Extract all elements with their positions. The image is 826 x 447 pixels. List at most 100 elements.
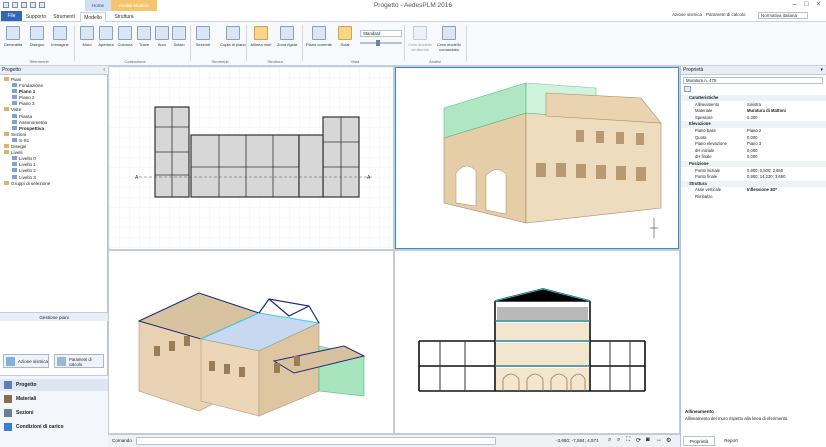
tab-report[interactable]: Report [717, 436, 745, 446]
generalita-button[interactable]: Generalità [2, 26, 24, 47]
axonometric-drawing [137, 292, 366, 417]
tree-item-label: Piano 1 [19, 89, 36, 95]
tab-struttura[interactable]: Struttura [110, 12, 138, 22]
property-value[interactable]: Inflessione 3D* [747, 187, 777, 193]
copia-piano-button[interactable]: Copia di piano [220, 26, 246, 47]
tree-item-label: Sezioni [11, 131, 27, 137]
immagine-button[interactable]: Immagine [49, 26, 71, 47]
view-style-select[interactable]: Standard [360, 30, 402, 37]
viewport-perspective[interactable] [395, 67, 679, 249]
item-icon [12, 168, 17, 173]
maximize-icon[interactable]: □ [802, 1, 811, 9]
zona-rigida-button[interactable]: Zona rigida [274, 26, 300, 47]
zoom-slider-thumb[interactable] [376, 40, 380, 46]
property-section[interactable]: Posizione [681, 161, 826, 168]
viewport-axonometric[interactable] [109, 251, 393, 433]
command-input[interactable] [136, 437, 496, 445]
property-row[interactable]: Asse verticale Inflessione 3D* [681, 187, 826, 193]
property-row[interactable]: Spessore 0,300 [681, 115, 826, 121]
property-row[interactable]: Punto iniziale 0,900; 0,500; 3,650 [681, 168, 826, 174]
norm-select[interactable]: Normativa italiana [758, 12, 808, 19]
property-value[interactable]: 0,300 [747, 115, 757, 121]
group-separator [302, 25, 303, 61]
nav-item-materiali[interactable]: Materiali [0, 393, 108, 405]
nav-item-condizioni[interactable]: Condizioni di carico [0, 421, 108, 433]
property-row[interactable]: Rimbalzo [681, 194, 826, 200]
viewport-section[interactable] [395, 251, 679, 433]
property-value[interactable]: Sinistra [747, 102, 761, 108]
property-row[interactable]: Materiale Muratura di Mattoni [681, 108, 826, 114]
property-section[interactable]: Struttura [681, 180, 826, 187]
close-icon[interactable]: × [814, 1, 823, 9]
nav-item-progetto[interactable]: Progetto [0, 379, 108, 391]
nav-item-sezioni[interactable]: Sezioni [0, 407, 108, 419]
sezione-button[interactable]: Sezione [192, 26, 214, 47]
camera-icon[interactable]: ◙ [646, 437, 650, 443]
tree-item-label: Piano 3 [19, 101, 35, 107]
crea-modello-comandato-button[interactable]: Crea modello comandato [436, 26, 462, 52]
property-key: Punto finale [695, 174, 718, 180]
solai-button[interactable]: Solai [334, 26, 356, 47]
piano-corrente-button[interactable]: Piano corrente [306, 26, 332, 47]
property-key: Materiale [695, 108, 713, 114]
tab-supporto[interactable]: Supporto [24, 12, 48, 22]
allinea-muri-button[interactable]: Allinea muri [248, 26, 274, 47]
crea-modello-strutturale-button[interactable]: Crea modello strutturale [408, 26, 432, 52]
item-icon [12, 125, 17, 130]
property-key: Piano base [695, 128, 716, 133]
property-value[interactable]: Piano 3 [747, 141, 761, 147]
sort-icon[interactable] [684, 86, 691, 92]
dimension-icon[interactable]: ↔ [656, 437, 662, 443]
rotate-icon[interactable]: ⟳ [636, 437, 641, 444]
tab-strumenti[interactable]: Strumenti [50, 12, 78, 22]
property-row[interactable]: Piano elevazione Piano 3 [681, 141, 826, 147]
selected-object-select[interactable]: Muratura n. 475 [683, 77, 823, 84]
settings-icon[interactable]: ⚙ [666, 437, 671, 444]
context-tab-analisi[interactable]: Analisi Modello [111, 0, 157, 11]
zoom-window-icon[interactable]: ⌕ [617, 437, 620, 444]
folder-icon [4, 180, 9, 185]
property-row[interactable]: dH finale 0,000 [681, 154, 826, 160]
property-value[interactable]: 0,900; 14,230; 3,650 [747, 174, 785, 180]
status-bar: Comando -3,650; -7,584; 4,571 ⌕ ⌕ ⛶ ⟳ ◙ … [108, 434, 680, 447]
group-label-vista: Vista [350, 59, 360, 64]
property-value[interactable]: 0,000 [747, 135, 757, 141]
property-key: Posizione [689, 161, 709, 166]
property-row[interactable]: Punto finale 0,900; 14,230; 3,650 [681, 174, 826, 180]
property-row[interactable]: Quota 0,000 [681, 135, 826, 141]
property-row[interactable]: Piano base Piano 2 [681, 128, 826, 134]
zoom-icon[interactable]: ⌕ [608, 437, 611, 444]
property-value[interactable]: Piano 2 [747, 128, 761, 134]
plan-drawing: A A [109, 67, 393, 249]
tab-modello[interactable]: Modello [80, 12, 106, 22]
property-row[interactable]: dH iniziale 0,000 [681, 148, 826, 154]
solaio-button[interactable]: Solaio [168, 26, 190, 47]
tree-item[interactable]: Gruppi di selezione [4, 180, 50, 187]
property-row[interactable]: Allineamento Sinistra [681, 102, 826, 108]
zoom-extents-icon[interactable]: ⛶ [626, 437, 630, 444]
tab-proprieta[interactable]: Proprietà [683, 436, 715, 446]
property-key: Piano elevazione [695, 141, 727, 147]
parametri-link[interactable]: Parametri di calcolo [706, 12, 746, 17]
property-section[interactable]: Caratteristiche [681, 95, 826, 102]
property-value[interactable]: 0,000 [747, 148, 757, 154]
collapse-icon[interactable]: ‹ [103, 66, 105, 75]
property-key: dH iniziale [695, 147, 715, 153]
tree-item-label: Prospettiva [19, 125, 45, 131]
minimize-icon[interactable]: – [790, 1, 799, 9]
pin-icon[interactable]: ▾ [820, 66, 823, 75]
azione-sismica-button[interactable]: Azione sismica [3, 354, 49, 368]
property-value[interactable]: 0,000 [747, 154, 757, 160]
seismic-icon [6, 357, 15, 366]
property-section[interactable]: Elevazione [681, 121, 826, 128]
context-tab-home[interactable]: Home [85, 0, 111, 11]
tab-file[interactable]: File [1, 11, 22, 21]
viewport-plan[interactable]: A A [109, 67, 393, 249]
property-value[interactable]: 0,900; 0,500; 3,650 [747, 168, 783, 174]
zoom-slider[interactable] [360, 42, 402, 44]
property-value[interactable]: Muratura di Mattoni [747, 108, 786, 114]
parametri-calcolo-button[interactable]: Parametri di calcolo [54, 354, 104, 368]
azione-sismica-link[interactable]: Azione sismica [672, 12, 702, 17]
perspective-drawing [443, 82, 662, 238]
disegno-button[interactable]: Disegno [26, 26, 48, 47]
